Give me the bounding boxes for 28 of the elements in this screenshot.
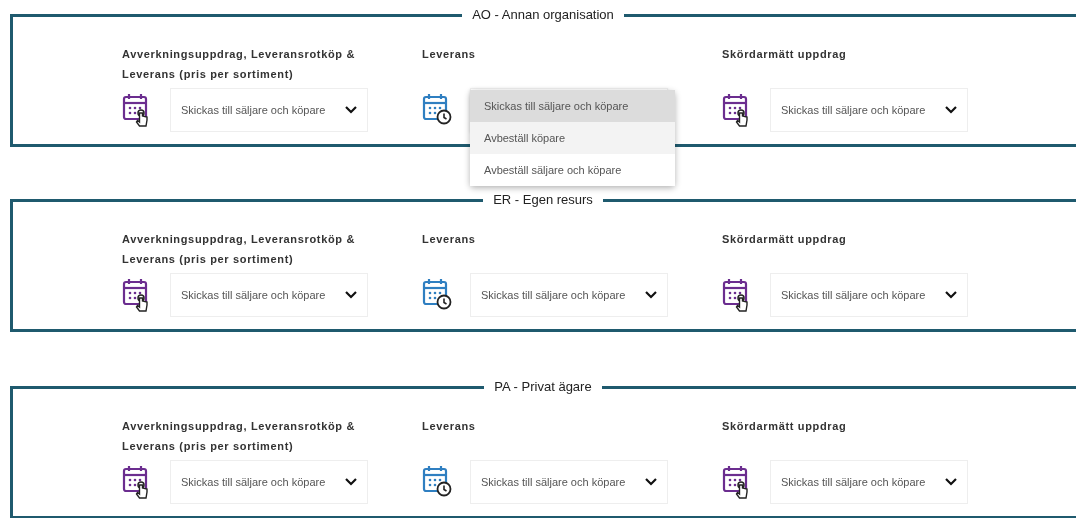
field-label: Skördarmätt uppdrag <box>722 232 848 247</box>
chevron-down-icon <box>645 478 657 486</box>
chevron-down-icon <box>345 478 357 486</box>
chevron-down-icon <box>945 291 957 299</box>
chevron-down-icon <box>345 106 357 114</box>
dropdown-select[interactable]: Skickas till säljare och köpare <box>470 273 668 317</box>
field-label: Avverkningsuppdrag, Leveransrotköp & Leverans (pris per sortiment) <box>122 419 356 454</box>
dropdown-select[interactable]: Skickas till säljare och köpare <box>770 460 968 504</box>
field-label: Avverkningsuppdrag, Leveransrotköp & Leverans (pris per sortiment) <box>122 47 356 82</box>
dropdown-select[interactable]: Skickas till säljare och köpare <box>170 273 368 317</box>
field-label: Leverans <box>422 232 477 247</box>
dropdown-select[interactable]: Skickas till säljare och köpare <box>170 460 368 504</box>
field-label: Leverans <box>422 47 477 62</box>
chevron-down-icon <box>945 106 957 114</box>
field-label: Skördarmätt uppdrag <box>722 47 848 62</box>
menu-option[interactable]: Avbeställ säljare och köpare <box>470 154 675 186</box>
field-label: Skördarmätt uppdrag <box>722 419 848 434</box>
dropdown-select[interactable]: Skickas till säljare och köpare <box>470 460 668 504</box>
menu-option[interactable]: Skickas till säljare och köpare <box>470 90 675 122</box>
chevron-down-icon <box>945 478 957 486</box>
menu-option[interactable]: Avbeställ köpare <box>470 122 675 154</box>
dropdown-select[interactable]: Skickas till säljare och köpare <box>170 88 368 132</box>
field-label: Avverkningsuppdrag, Leveransrotköp & Leverans (pris per sortiment) <box>122 232 356 267</box>
chevron-down-icon <box>645 291 657 299</box>
dropdown-select[interactable]: Skickas till säljare och köpare <box>770 88 968 132</box>
chevron-down-icon <box>345 291 357 299</box>
dropdown-select[interactable]: Skickas till säljare och köpare <box>770 273 968 317</box>
field-label: Leverans <box>422 419 477 434</box>
